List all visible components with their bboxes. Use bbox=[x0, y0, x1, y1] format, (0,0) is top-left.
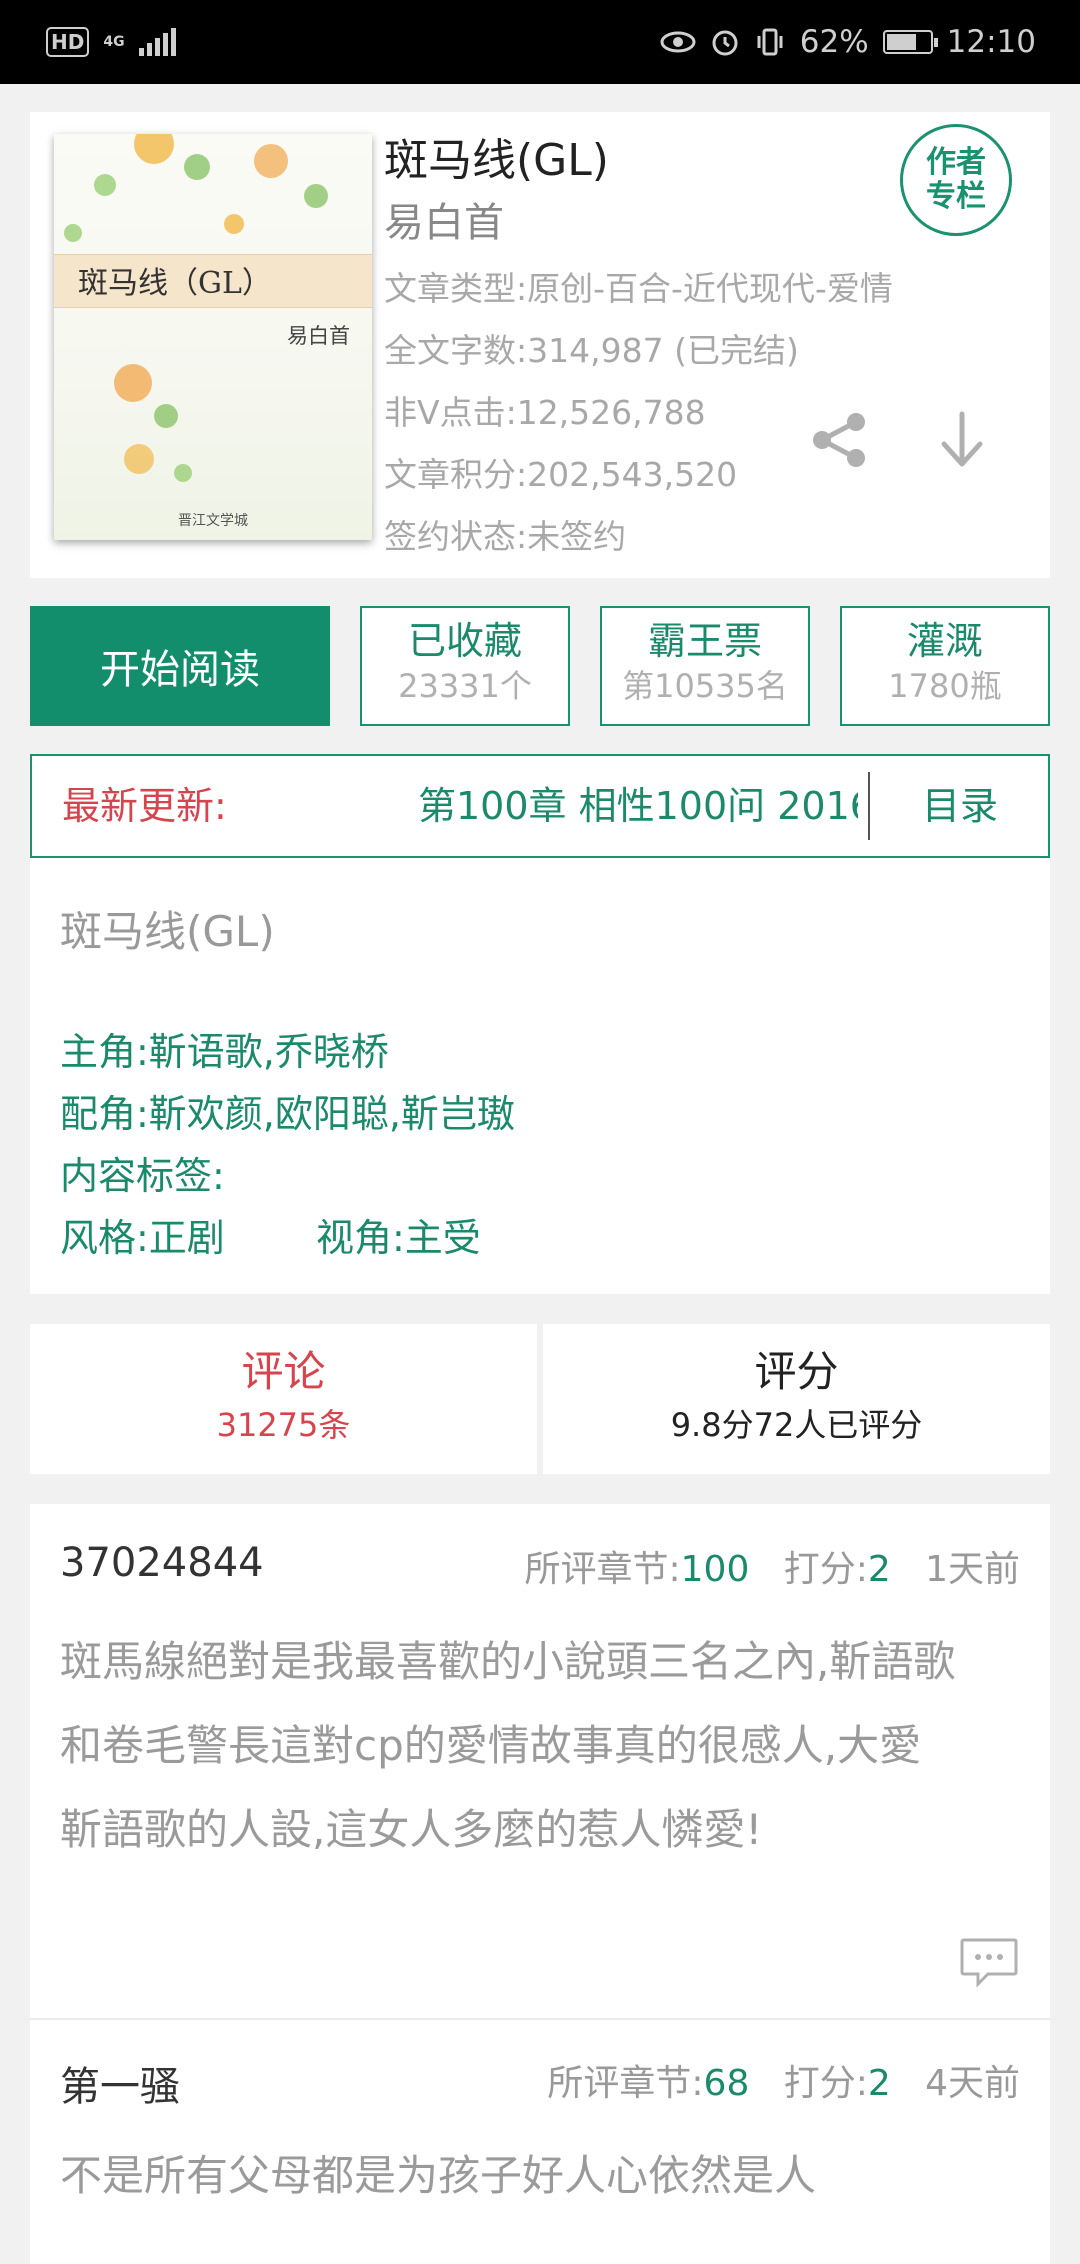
cover-author: 易白首 bbox=[287, 324, 350, 348]
supporting-characters: 配角:靳欢颜,欧阳聪,靳岂璈 bbox=[60, 1092, 515, 1136]
start-reading-button[interactable]: 开始阅读 bbox=[30, 606, 330, 726]
table-of-contents-button[interactable]: 目录 bbox=[922, 756, 998, 856]
divider bbox=[30, 2018, 1050, 2020]
divider bbox=[868, 772, 870, 840]
vibrate-icon bbox=[757, 28, 783, 56]
comment-body: 不是所有父母都是为孩子好人心依然是人 bbox=[60, 2151, 817, 2200]
hd-badge: HD bbox=[46, 27, 90, 57]
book-cover[interactable]: 斑马线（GL） 易白首 晋江文学城 bbox=[54, 134, 372, 540]
comment-body: 斑馬線絕對是我最喜歡的小說頭三名之內,靳語歌和卷毛警長這對cp的愛情故事真的很感… bbox=[60, 1637, 956, 1854]
book-info-card: 斑马线（GL） 易白首 晋江文学城 斑马线(GL) 易白首 文章类型:原创-百合… bbox=[30, 112, 1050, 578]
tab-comments[interactable]: 评论 31275条 bbox=[30, 1324, 537, 1474]
click-count: 非V点击:12,526,788 bbox=[384, 393, 706, 432]
comment-meta: 所评章节:100 打分:2 1天前 bbox=[525, 1540, 1021, 1592]
lead-characters: 主角:靳语歌,乔晓桥 bbox=[60, 1030, 389, 1074]
book-type: 文章类型:原创-百合-近代现代-爱情 bbox=[384, 269, 893, 308]
comment-chapter-label: 所评章节: bbox=[524, 1549, 681, 1590]
status-bar: HD 4G 62% 12:10 bbox=[0, 0, 1080, 84]
eye-icon bbox=[660, 31, 696, 53]
comment-time: 4天前 bbox=[925, 2063, 1020, 2104]
overlord-ticket-label: 霸王票 bbox=[647, 619, 762, 663]
comment-meta: 所评章节:68 打分:2 4天前 bbox=[547, 2054, 1020, 2106]
comment-chapter-label: 所评章节: bbox=[547, 2063, 704, 2104]
signal-icon bbox=[138, 28, 176, 56]
battery-icon bbox=[882, 30, 938, 54]
word-count: 全文字数:314,987 (已完结) bbox=[384, 331, 799, 370]
battery-percent: 62% bbox=[799, 24, 869, 60]
latest-update-bar: 最新更新: 第100章 相性100问 2016 目录 bbox=[30, 754, 1050, 858]
clock: 12:10 bbox=[946, 24, 1036, 60]
author-column-button[interactable]: 作者专栏 bbox=[900, 124, 1012, 236]
intro-title: 斑马线(GL) bbox=[60, 907, 275, 956]
latest-chapter-link[interactable]: 第100章 相性100问 2016 bbox=[418, 756, 858, 856]
tab-rating-label: 评分 bbox=[754, 1347, 839, 1396]
tab-comments-label: 评论 bbox=[241, 1347, 326, 1396]
cover-title: 斑马线（GL） bbox=[78, 266, 272, 301]
reply-bubble-icon[interactable] bbox=[958, 1936, 1020, 1990]
cover-publisher: 晋江文学城 bbox=[178, 513, 248, 529]
tab-rating[interactable]: 评分 9.8分72人已评分 bbox=[543, 1324, 1050, 1474]
share-icon[interactable] bbox=[808, 408, 872, 472]
latest-update-label: 最新更新: bbox=[62, 784, 227, 828]
tab-comments-count: 31275条 bbox=[216, 1406, 351, 1444]
comment-list: 37024844 所评章节:100 打分:2 1天前 斑馬線絕對是我最喜歡的小說… bbox=[30, 1504, 1050, 2264]
download-icon[interactable] bbox=[934, 408, 990, 472]
author-column-label: 作者专栏 bbox=[926, 145, 986, 214]
collected-count: 23331个 bbox=[398, 667, 532, 705]
comment-user[interactable]: 第一骚 bbox=[60, 2054, 180, 2112]
content-tags: 内容标签: bbox=[60, 1154, 225, 1198]
overlord-ticket-button[interactable]: 霸王票 第10535名 bbox=[600, 606, 810, 726]
network-type: 4G bbox=[103, 34, 125, 50]
tab-rating-value: 9.8分72人已评分 bbox=[670, 1406, 923, 1444]
collected-button[interactable]: 已收藏 23331个 bbox=[360, 606, 570, 726]
overlord-ticket-rank: 第10535名 bbox=[622, 667, 788, 705]
comment-user[interactable]: 37024844 bbox=[60, 1540, 264, 1586]
irrigate-label: 灌溉 bbox=[906, 619, 983, 663]
sign-status: 签约状态:未签约 bbox=[384, 517, 627, 556]
comment-score-label: 打分: bbox=[783, 1549, 868, 1590]
perspective-tag: 视角:主受 bbox=[316, 1216, 481, 1260]
comment-chapter: 100 bbox=[680, 1549, 750, 1590]
comment-score: 2 bbox=[867, 1549, 891, 1590]
collected-label: 已收藏 bbox=[407, 619, 522, 663]
comment-chapter: 68 bbox=[703, 2063, 750, 2104]
alarm-icon bbox=[712, 30, 738, 56]
irrigate-button[interactable]: 灌溉 1780瓶 bbox=[840, 606, 1050, 726]
book-intro: 斑马线(GL) 主角:靳语歌,乔晓桥 配角:靳欢颜,欧阳聪,靳岂璈 内容标签: … bbox=[30, 858, 1050, 1294]
style-tag: 风格:正剧 bbox=[60, 1216, 225, 1260]
comment-time: 1天前 bbox=[925, 1549, 1020, 1590]
book-score: 文章积分:202,543,520 bbox=[384, 455, 738, 494]
irrigate-count: 1780瓶 bbox=[888, 667, 1002, 705]
comment-score: 2 bbox=[867, 2063, 891, 2104]
comment-rating-tabs: 评论 31275条 评分 9.8分72人已评分 bbox=[30, 1324, 1050, 1474]
comment-score-label: 打分: bbox=[783, 2063, 868, 2104]
